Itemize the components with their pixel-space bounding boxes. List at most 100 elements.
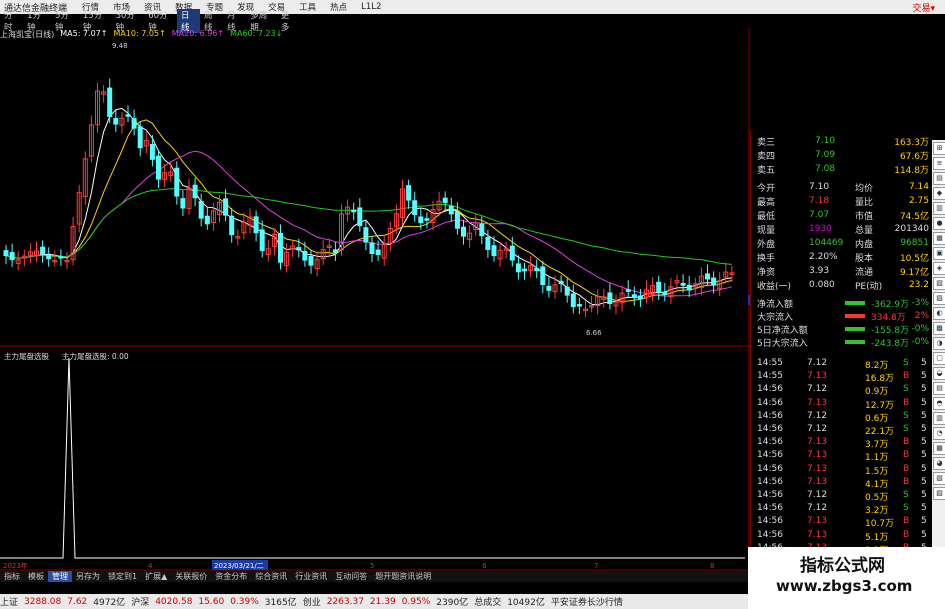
toolbar-button[interactable]: ▤: [933, 172, 945, 185]
stat-label: 均价: [855, 183, 874, 194]
tick-count: 5: [921, 463, 927, 474]
ask-volume: 163.3万: [894, 137, 929, 148]
menu-item-l1l2[interactable]: L1L2: [354, 2, 388, 12]
quote-panel: 卖三 7.10 163.3万 卖四 7.09 67.6万 卖五 7.08 114…: [750, 130, 933, 556]
tick-direction: S: [903, 490, 909, 500]
toolbar-button[interactable]: ▤: [933, 382, 945, 395]
status-item: 2390亿: [436, 598, 469, 608]
candle-body: [131, 118, 137, 129]
flow-bar: [845, 327, 865, 331]
candle-body: [534, 268, 540, 272]
candle-body: [351, 209, 357, 213]
candle-body: [363, 227, 369, 243]
tick-direction: B: [903, 516, 910, 527]
ask-price: 7.10: [815, 136, 836, 146]
toolbar-button[interactable]: ●: [933, 217, 945, 230]
candle-body: [332, 249, 338, 254]
stat-label: 总量: [855, 225, 874, 236]
tick-price: 7.13: [807, 450, 828, 461]
toolbar-button[interactable]: ▣: [933, 247, 945, 260]
toolbar-button[interactable]: ◆: [933, 187, 945, 200]
toolbar-button[interactable]: ▦: [933, 232, 945, 245]
toolbar-button[interactable]: ◒: [933, 367, 945, 380]
candle-body: [570, 293, 576, 308]
indicator-value: 主力尾盘选股: 0.00: [62, 351, 129, 361]
stat-value: 7.10: [809, 182, 830, 192]
flow-bar: [845, 340, 865, 344]
candle-body: [46, 255, 52, 260]
toolbar-button[interactable]: ◈: [933, 262, 945, 275]
toolbar-button[interactable]: ◔: [933, 427, 945, 440]
tick-time: 14:56: [757, 424, 783, 434]
tick-count: 5: [921, 410, 927, 421]
date-axis-tick: 6: [482, 562, 487, 570]
candle-body: [454, 211, 460, 229]
trade-button[interactable]: 交易▾: [912, 1, 935, 14]
candle-body: [680, 283, 686, 286]
bottom-tab[interactable]: 另存为: [72, 571, 104, 582]
ask-row: 卖三 7.10 163.3万: [755, 134, 931, 148]
ask-volume: 114.8万: [894, 165, 929, 176]
candle-body: [9, 252, 15, 261]
bottom-tab[interactable]: 行业资讯: [291, 571, 331, 582]
bottom-tab[interactable]: 锁定到1: [104, 571, 141, 582]
bottom-tab[interactable]: 指标: [0, 571, 24, 582]
candle-body: [198, 201, 204, 219]
bottom-tab[interactable]: 模板: [24, 571, 48, 582]
status-item: 平安证券长沙行情: [550, 598, 623, 608]
watermark-url: www.zbgs3.com: [776, 577, 913, 595]
toolbar-button[interactable]: ▧: [933, 277, 945, 290]
stat-value: 74.5亿: [899, 211, 929, 222]
bottom-tab[interactable]: 题开题资讯说明: [371, 571, 435, 582]
candle-body: [229, 215, 235, 236]
status-item: 4972亿: [93, 598, 126, 608]
tick-price: 7.13: [807, 516, 828, 527]
bottom-tab[interactable]: 互动问答: [331, 571, 371, 582]
toolbar-button[interactable]: ▧: [933, 472, 945, 485]
toolbar-button[interactable]: ◐: [933, 307, 945, 320]
stat-value: 10.5亿: [899, 253, 929, 264]
status-item: 7.62: [67, 596, 88, 607]
toolbar-button[interactable]: ◑: [933, 337, 945, 350]
candle-body: [204, 215, 210, 225]
stat-value: 2.75: [908, 196, 929, 206]
ask-row: 卖五 7.08 114.8万: [755, 162, 931, 176]
tick-row: 14:56 7.13 3.7万 B 5: [755, 437, 931, 451]
candle-body: [107, 87, 113, 118]
menu-item-hot[interactable]: 热点: [323, 1, 354, 13]
tick-price: 7.13: [807, 476, 828, 487]
candle-body: [607, 292, 613, 305]
bottom-tab[interactable]: 关联报价: [171, 571, 211, 582]
candle-body: [357, 207, 363, 227]
toolbar-button[interactable]: ▨: [933, 487, 945, 500]
bottom-tab[interactable]: 资金分布: [211, 571, 251, 582]
flow-value: -243.8万: [871, 338, 910, 349]
tick-volume: 8.2万: [865, 361, 889, 371]
tick-count: 5: [921, 397, 927, 408]
ask-price: 7.08: [815, 164, 836, 174]
toolbar-button[interactable]: ▢: [933, 352, 945, 365]
stat-row: 外盘 104469 内盘 96851: [755, 236, 931, 250]
toolbar-button[interactable]: ▥: [933, 412, 945, 425]
tick-price: 7.13: [807, 437, 828, 448]
tick-direction: S: [903, 410, 909, 421]
toolbar-button[interactable]: ≡: [933, 157, 945, 170]
toolbar-button[interactable]: ▨: [933, 292, 945, 305]
toolbar-button[interactable]: ⊞: [933, 142, 945, 155]
kline-chart[interactable]: 主力尾盘选股主力尾盘选股: 0.00 8.408.208.007.807.607…: [0, 28, 750, 573]
flow-pct: 2%: [914, 311, 929, 321]
toolbar-button[interactable]: ▦: [933, 442, 945, 455]
candle-body: [418, 216, 424, 224]
tick-row: 14:55 7.13 16.8万 B 5: [755, 371, 931, 385]
tick-price: 7.13: [807, 529, 828, 540]
toolbar-button[interactable]: ◕: [933, 457, 945, 470]
toolbar-button[interactable]: ◓: [933, 397, 945, 410]
bottom-tab[interactable]: 管理: [48, 571, 72, 582]
bottom-tab[interactable]: 综合资讯: [251, 571, 291, 582]
bottom-tab[interactable]: 扩展▲: [141, 571, 171, 582]
toolbar-button[interactable]: ▥: [933, 202, 945, 215]
tick-direction: B: [903, 437, 910, 448]
flow-pct: -0%: [911, 337, 929, 347]
ma-lines: [5, 107, 733, 306]
toolbar-button[interactable]: ▩: [933, 322, 945, 335]
